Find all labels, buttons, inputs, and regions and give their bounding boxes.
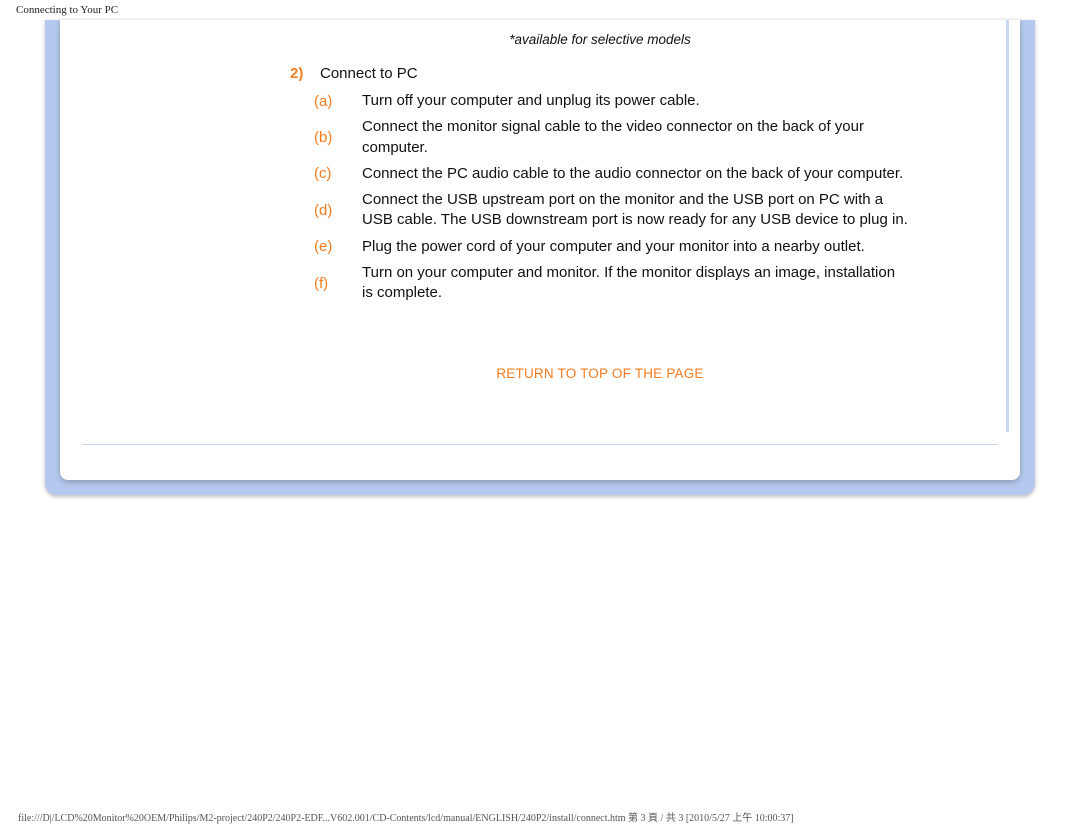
- section-title: Connect to PC: [320, 65, 418, 82]
- section-heading: 2) Connect to PC: [290, 65, 910, 88]
- right-divider: [1006, 20, 1009, 432]
- step-text: Connect the USB upstream port on the mon…: [356, 190, 910, 231]
- step-text: Plug the power cord of your computer and…: [356, 237, 910, 257]
- list-item: (f) Turn on your computer and monitor. I…: [290, 260, 910, 307]
- page-title: Connecting to Your PC: [0, 0, 1080, 16]
- step-text: Connect the monitor signal cable to the …: [356, 117, 910, 158]
- step-marker: (a): [290, 93, 356, 110]
- step-text: Turn off your computer and unplug its po…: [356, 91, 910, 111]
- step-marker: (e): [290, 238, 356, 255]
- content-column: *available for selective models 2) Conne…: [290, 20, 910, 381]
- availability-note: *available for selective models: [290, 20, 910, 65]
- step-marker: (b): [290, 129, 356, 146]
- steps-list: (a) Turn off your computer and unplug it…: [290, 88, 910, 306]
- list-item: (d) Connect the USB upstream port on the…: [290, 187, 910, 234]
- section-number: 2): [290, 65, 320, 82]
- return-to-top-link[interactable]: RETURN TO TOP OF THE PAGE: [290, 366, 910, 381]
- content-panel: *available for selective models 2) Conne…: [60, 20, 1020, 480]
- step-marker: (c): [290, 165, 356, 182]
- footer-path: file:///D|/LCD%20Monitor%20OEM/Philips/M…: [18, 809, 1062, 824]
- outer-frame: *available for selective models 2) Conne…: [45, 20, 1035, 495]
- list-item: (a) Turn off your computer and unplug it…: [290, 88, 910, 114]
- step-text: Turn on your computer and monitor. If th…: [356, 263, 910, 304]
- list-item: (e) Plug the power cord of your computer…: [290, 234, 910, 260]
- step-marker: (d): [290, 202, 356, 219]
- step-text: Connect the PC audio cable to the audio …: [356, 164, 910, 184]
- list-item: (b) Connect the monitor signal cable to …: [290, 114, 910, 161]
- list-item: (c) Connect the PC audio cable to the au…: [290, 161, 910, 187]
- horizontal-divider: [82, 444, 998, 445]
- step-marker: (f): [290, 275, 356, 292]
